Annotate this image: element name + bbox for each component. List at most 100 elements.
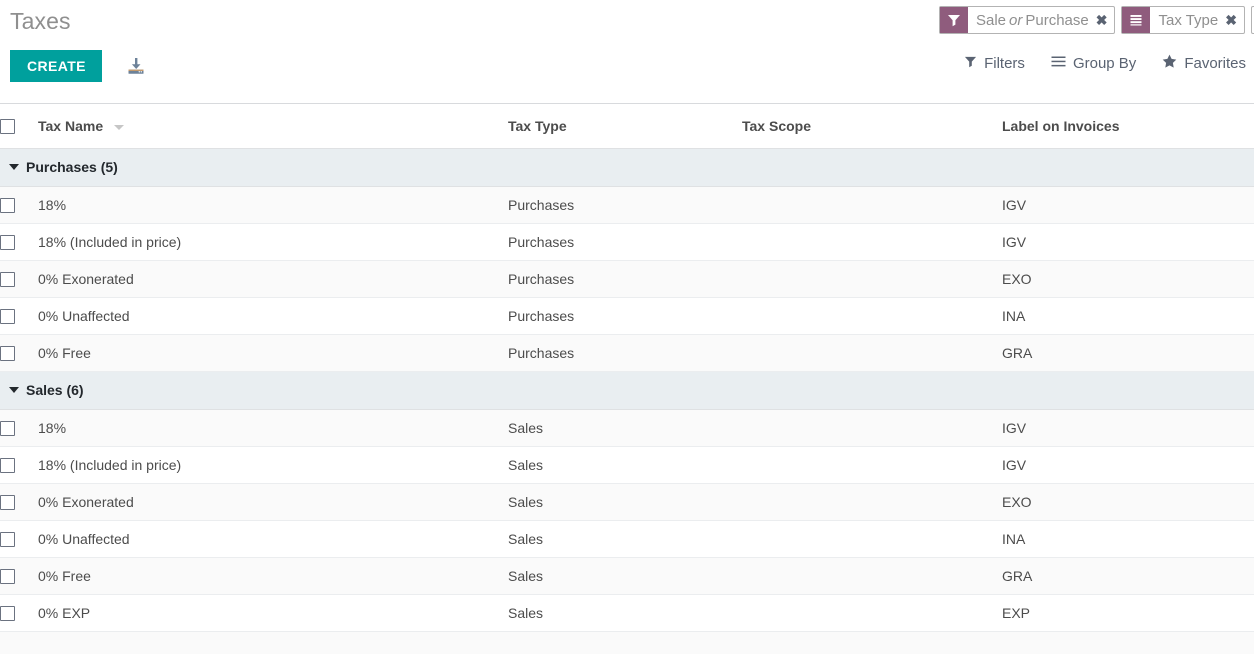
cell-tax-scope [742, 446, 1002, 483]
table-header: Tax Name Tax Type Tax Scope Label on Inv… [0, 104, 1254, 148]
group-by-lines-icon [1051, 55, 1066, 72]
group-header-row[interactable]: Purchases (5) [0, 148, 1254, 186]
cell-tax-type: Purchases [508, 297, 742, 334]
group-by-dropdown-button[interactable]: Group By [1051, 55, 1136, 72]
table-body: Purchases (5)18%PurchasesIGV18% (Include… [0, 148, 1254, 631]
table-row[interactable]: 0% FreeSalesGRA [0, 557, 1254, 594]
cell-tax-name: 0% Exonerated [38, 483, 508, 520]
column-header-tax-name[interactable]: Tax Name [38, 104, 508, 148]
facet-label-em: or [1006, 12, 1025, 29]
cell-tax-name: 0% Free [38, 334, 508, 371]
row-select-cell [0, 483, 38, 520]
column-header-tax-scope[interactable]: Tax Scope [742, 104, 1002, 148]
facet-tax-type[interactable]: Tax Type ✖ [1121, 6, 1245, 34]
cell-label-on-invoices: EXP [1002, 594, 1254, 631]
cell-tax-scope [742, 223, 1002, 260]
column-header-tax-type[interactable]: Tax Type [508, 104, 742, 148]
cell-tax-name: 18% (Included in price) [38, 223, 508, 260]
row-checkbox[interactable] [0, 606, 15, 621]
table-row[interactable]: 18%PurchasesIGV [0, 186, 1254, 223]
row-select-cell [0, 409, 38, 446]
facet-remove-icon[interactable]: ✖ [1094, 7, 1115, 33]
group-header-cell[interactable]: Purchases (5) [0, 148, 1254, 186]
table-row[interactable]: 18% (Included in price)Purchases IGV [0, 223, 1254, 260]
row-select-cell [0, 557, 38, 594]
cell-tax-type: Purchases [508, 223, 742, 260]
row-checkbox[interactable] [0, 235, 15, 250]
row-checkbox[interactable] [0, 532, 15, 547]
search-facets: SaleorPurchase ✖ Tax Type ✖ S [939, 4, 1254, 36]
import-download-icon[interactable] [126, 56, 146, 76]
list-footer [0, 632, 1254, 654]
cell-label-on-invoices: IGV [1002, 186, 1254, 223]
group-header-label: Purchases (5) [26, 159, 118, 175]
favorites-dropdown-button[interactable]: Favorites [1162, 54, 1246, 72]
facet-label-post: Purchase [1025, 12, 1088, 29]
group-expand-caret-icon [9, 164, 19, 170]
group-expand-caret-icon [9, 387, 19, 393]
cell-tax-type: Purchases [508, 260, 742, 297]
search-options: Filters Group By Favorites [964, 54, 1246, 72]
group-header-row[interactable]: Sales (6) [0, 371, 1254, 409]
row-checkbox[interactable] [0, 346, 15, 361]
table-header-row: Tax Name Tax Type Tax Scope Label on Inv… [0, 104, 1254, 148]
select-all-header [0, 104, 38, 148]
row-select-cell [0, 446, 38, 483]
cell-tax-type: Sales [508, 520, 742, 557]
table-row[interactable]: 18%SalesIGV [0, 409, 1254, 446]
row-checkbox[interactable] [0, 272, 15, 287]
table-row[interactable]: 0% ExoneratedSalesEXO [0, 483, 1254, 520]
cell-label-on-invoices: GRA [1002, 334, 1254, 371]
cell-tax-type: Purchases [508, 186, 742, 223]
cell-tax-type: Sales [508, 409, 742, 446]
cell-tax-type: Sales [508, 557, 742, 594]
favorites-label: Favorites [1184, 55, 1246, 72]
cell-tax-scope [742, 594, 1002, 631]
cell-tax-name: 0% Free [38, 557, 508, 594]
cell-label-on-invoices: IGV [1002, 446, 1254, 483]
table-row[interactable]: 0% UnaffectedSalesINA [0, 520, 1254, 557]
facet-label-pre: Sale [976, 12, 1006, 29]
cell-label-on-invoices: IGV [1002, 223, 1254, 260]
row-select-cell [0, 334, 38, 371]
cell-label-on-invoices: INA [1002, 520, 1254, 557]
cell-tax-type: Sales [508, 446, 742, 483]
row-select-cell [0, 223, 38, 260]
select-all-checkbox[interactable] [0, 119, 15, 134]
cell-tax-scope [742, 557, 1002, 594]
row-checkbox[interactable] [0, 198, 15, 213]
cell-tax-type: Sales [508, 594, 742, 631]
cell-tax-name: 0% EXP [38, 594, 508, 631]
row-checkbox[interactable] [0, 309, 15, 324]
taxes-table: Tax Name Tax Type Tax Scope Label on Inv… [0, 104, 1254, 632]
create-button[interactable]: CREATE [10, 50, 102, 82]
group-header-cell[interactable]: Sales (6) [0, 371, 1254, 409]
table-row[interactable]: 0% ExoneratedPurchasesEXO [0, 260, 1254, 297]
facet-remove-icon[interactable]: ✖ [1223, 7, 1244, 33]
cell-tax-scope [742, 186, 1002, 223]
star-icon [1162, 54, 1177, 72]
column-header-label-on-invoices[interactable]: Label on Invoices [1002, 104, 1254, 148]
row-checkbox[interactable] [0, 569, 15, 584]
table-row[interactable]: 0% EXPSales EXP [0, 594, 1254, 631]
row-checkbox[interactable] [0, 495, 15, 510]
group-header-label: Sales (6) [26, 382, 84, 398]
cell-tax-type: Purchases [508, 334, 742, 371]
row-checkbox[interactable] [0, 458, 15, 473]
table-row[interactable]: 0% FreePurchases GRA [0, 334, 1254, 371]
table-row[interactable]: 0% UnaffectedPurchasesINA [0, 297, 1254, 334]
cell-tax-type: Sales [508, 483, 742, 520]
control-panel: Taxes CREATE SaleorPurchase ✖ [0, 0, 1254, 104]
page-title: Taxes [10, 8, 71, 35]
cell-tax-scope [742, 520, 1002, 557]
row-checkbox[interactable] [0, 421, 15, 436]
row-select-cell [0, 260, 38, 297]
group-by-label: Group By [1073, 55, 1136, 72]
cell-tax-name: 18% [38, 409, 508, 446]
cell-tax-name: 18% (Included in price) [38, 446, 508, 483]
table-row[interactable]: 18% (Included in price)Sales IGV [0, 446, 1254, 483]
cell-tax-name: 0% Unaffected [38, 297, 508, 334]
facet-sale-or-purchase[interactable]: SaleorPurchase ✖ [939, 6, 1115, 34]
row-select-cell [0, 594, 38, 631]
filters-dropdown-button[interactable]: Filters [964, 55, 1025, 72]
